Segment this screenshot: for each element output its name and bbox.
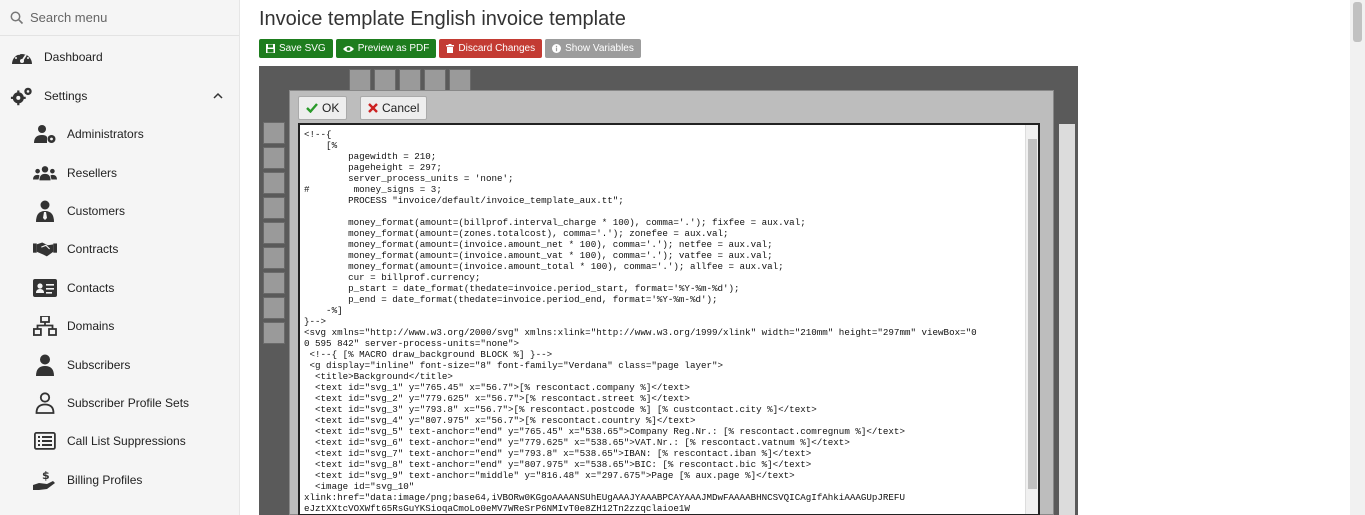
page-scrollbar[interactable] [1350, 0, 1365, 515]
editor-tools-panel [263, 122, 285, 372]
sidebar-item-label: Contracts [67, 242, 119, 256]
sidebar-item-label: Settings [44, 89, 88, 103]
network-icon [33, 506, 57, 515]
show-variables-label: Show Variables [565, 43, 634, 54]
zoom-tool[interactable] [263, 322, 285, 344]
editor-scrollbar[interactable] [1059, 124, 1075, 515]
sidebar-item-resellers[interactable]: Resellers [0, 154, 239, 192]
pencil-tool[interactable] [263, 147, 285, 169]
search-menu-input[interactable] [30, 10, 230, 25]
discard-changes-label: Discard Changes [458, 43, 536, 54]
user-tie-icon [33, 199, 57, 223]
ok-button[interactable]: OK [298, 96, 348, 120]
sidebar-item-label: Domains [67, 319, 115, 333]
sidebar-item-label: Contacts [67, 281, 115, 295]
page-title: Invoice template English invoice templat… [259, 8, 626, 30]
sidebar-item-customers[interactable]: Customers [0, 192, 239, 230]
select-tool[interactable] [263, 122, 285, 144]
sidebar-item-billing-profiles[interactable]: $ Billing Profiles [0, 461, 239, 499]
eye-icon [342, 45, 354, 52]
sidebar-item-label: Call List Suppressions [67, 434, 186, 448]
sidebar-item-administrators[interactable]: Administrators [0, 115, 239, 153]
user-gear-icon [33, 122, 57, 146]
sidebar-item-call-list-suppressions[interactable]: Call List Suppressions [0, 422, 239, 460]
sitemap-icon [33, 314, 57, 338]
sidebar-item-contracts[interactable]: Contracts [0, 230, 239, 268]
sidebar-item-label: Resellers [67, 166, 118, 180]
svg-source-code: <!--{ [% pagewidth = 210; pageheight = 2… [304, 129, 977, 514]
close-icon [368, 103, 378, 113]
wireframe-button[interactable] [374, 69, 396, 91]
tachometer-icon [10, 45, 34, 69]
sidebar-item-dashboard[interactable]: Dashboard [0, 38, 239, 76]
user-icon [33, 353, 57, 377]
shape-tool[interactable] [263, 247, 285, 269]
sidebar-search [0, 0, 239, 36]
source-scrollbar[interactable] [1025, 125, 1038, 514]
hand-dollar-icon: $ [33, 468, 57, 492]
chevron-up-icon[interactable] [212, 90, 224, 102]
svg-source-textarea[interactable]: <!--{ [% pagewidth = 210; pageheight = 2… [298, 123, 1040, 515]
sidebar-item-label: Administrators [67, 127, 144, 141]
handshake-icon [33, 237, 57, 261]
search-icon [10, 11, 24, 24]
source-scrollbar-thumb[interactable] [1028, 139, 1037, 489]
svg-text:$: $ [42, 469, 50, 482]
cancel-button[interactable]: Cancel [360, 96, 428, 120]
ok-label: OK [322, 101, 340, 115]
text-tool[interactable] [263, 272, 285, 294]
gears-icon [10, 84, 34, 108]
source-dialog: OK Cancel <!--{ [% pagewidth = 210; page… [289, 90, 1054, 515]
rect-tool[interactable] [263, 197, 285, 219]
sidebar-item-cut-off [0, 499, 239, 515]
preview-pdf-label: Preview as PDF [357, 43, 430, 54]
sidebar-item-subscribers[interactable]: Subscribers [0, 346, 239, 384]
user-outline-icon [33, 391, 57, 415]
preview-pdf-button[interactable]: Preview as PDF [335, 39, 437, 58]
svg-editor: OK Cancel <!--{ [% pagewidth = 210; page… [259, 66, 1078, 515]
page-scrollbar-thumb[interactable] [1353, 2, 1362, 42]
sidebar: Dashboard Settings Administrators Resell… [0, 0, 240, 515]
source-toggle-button[interactable] [349, 69, 371, 91]
sidebar-item-contacts[interactable]: Contacts [0, 269, 239, 307]
address-card-icon [33, 276, 57, 300]
save-icon [266, 44, 275, 53]
sidebar-item-label: Subscribers [67, 358, 131, 372]
path-tool[interactable] [263, 172, 285, 194]
list-icon [33, 429, 57, 453]
sidebar-item-domains[interactable]: Domains [0, 307, 239, 345]
action-toolbar: Save SVG Preview as PDF Discard Changes … [259, 39, 641, 58]
trash-icon [446, 44, 455, 53]
redo-button[interactable] [449, 69, 471, 91]
undo-button[interactable] [424, 69, 446, 91]
grid-button[interactable] [399, 69, 421, 91]
show-variables-button[interactable]: Show Variables [545, 39, 641, 58]
sidebar-item-label: Billing Profiles [67, 473, 143, 487]
main-content: Invoice template English invoice templat… [259, 0, 1349, 515]
users-icon [33, 161, 57, 185]
sidebar-item-label: Dashboard [44, 50, 103, 64]
ellipse-tool[interactable] [263, 222, 285, 244]
sidebar-item-label: Customers [67, 204, 126, 218]
save-svg-label: Save SVG [279, 43, 326, 54]
cancel-label: Cancel [382, 101, 420, 115]
info-icon [552, 44, 562, 53]
save-svg-button[interactable]: Save SVG [259, 39, 333, 58]
sidebar-item-settings[interactable]: Settings [0, 77, 239, 115]
image-tool[interactable] [263, 297, 285, 319]
sidebar-item-subscriber-profile-sets[interactable]: Subscriber Profile Sets [0, 384, 239, 422]
sidebar-item-label: Subscriber Profile Sets [67, 396, 190, 410]
discard-changes-button[interactable]: Discard Changes [439, 39, 543, 58]
check-icon [306, 103, 318, 113]
